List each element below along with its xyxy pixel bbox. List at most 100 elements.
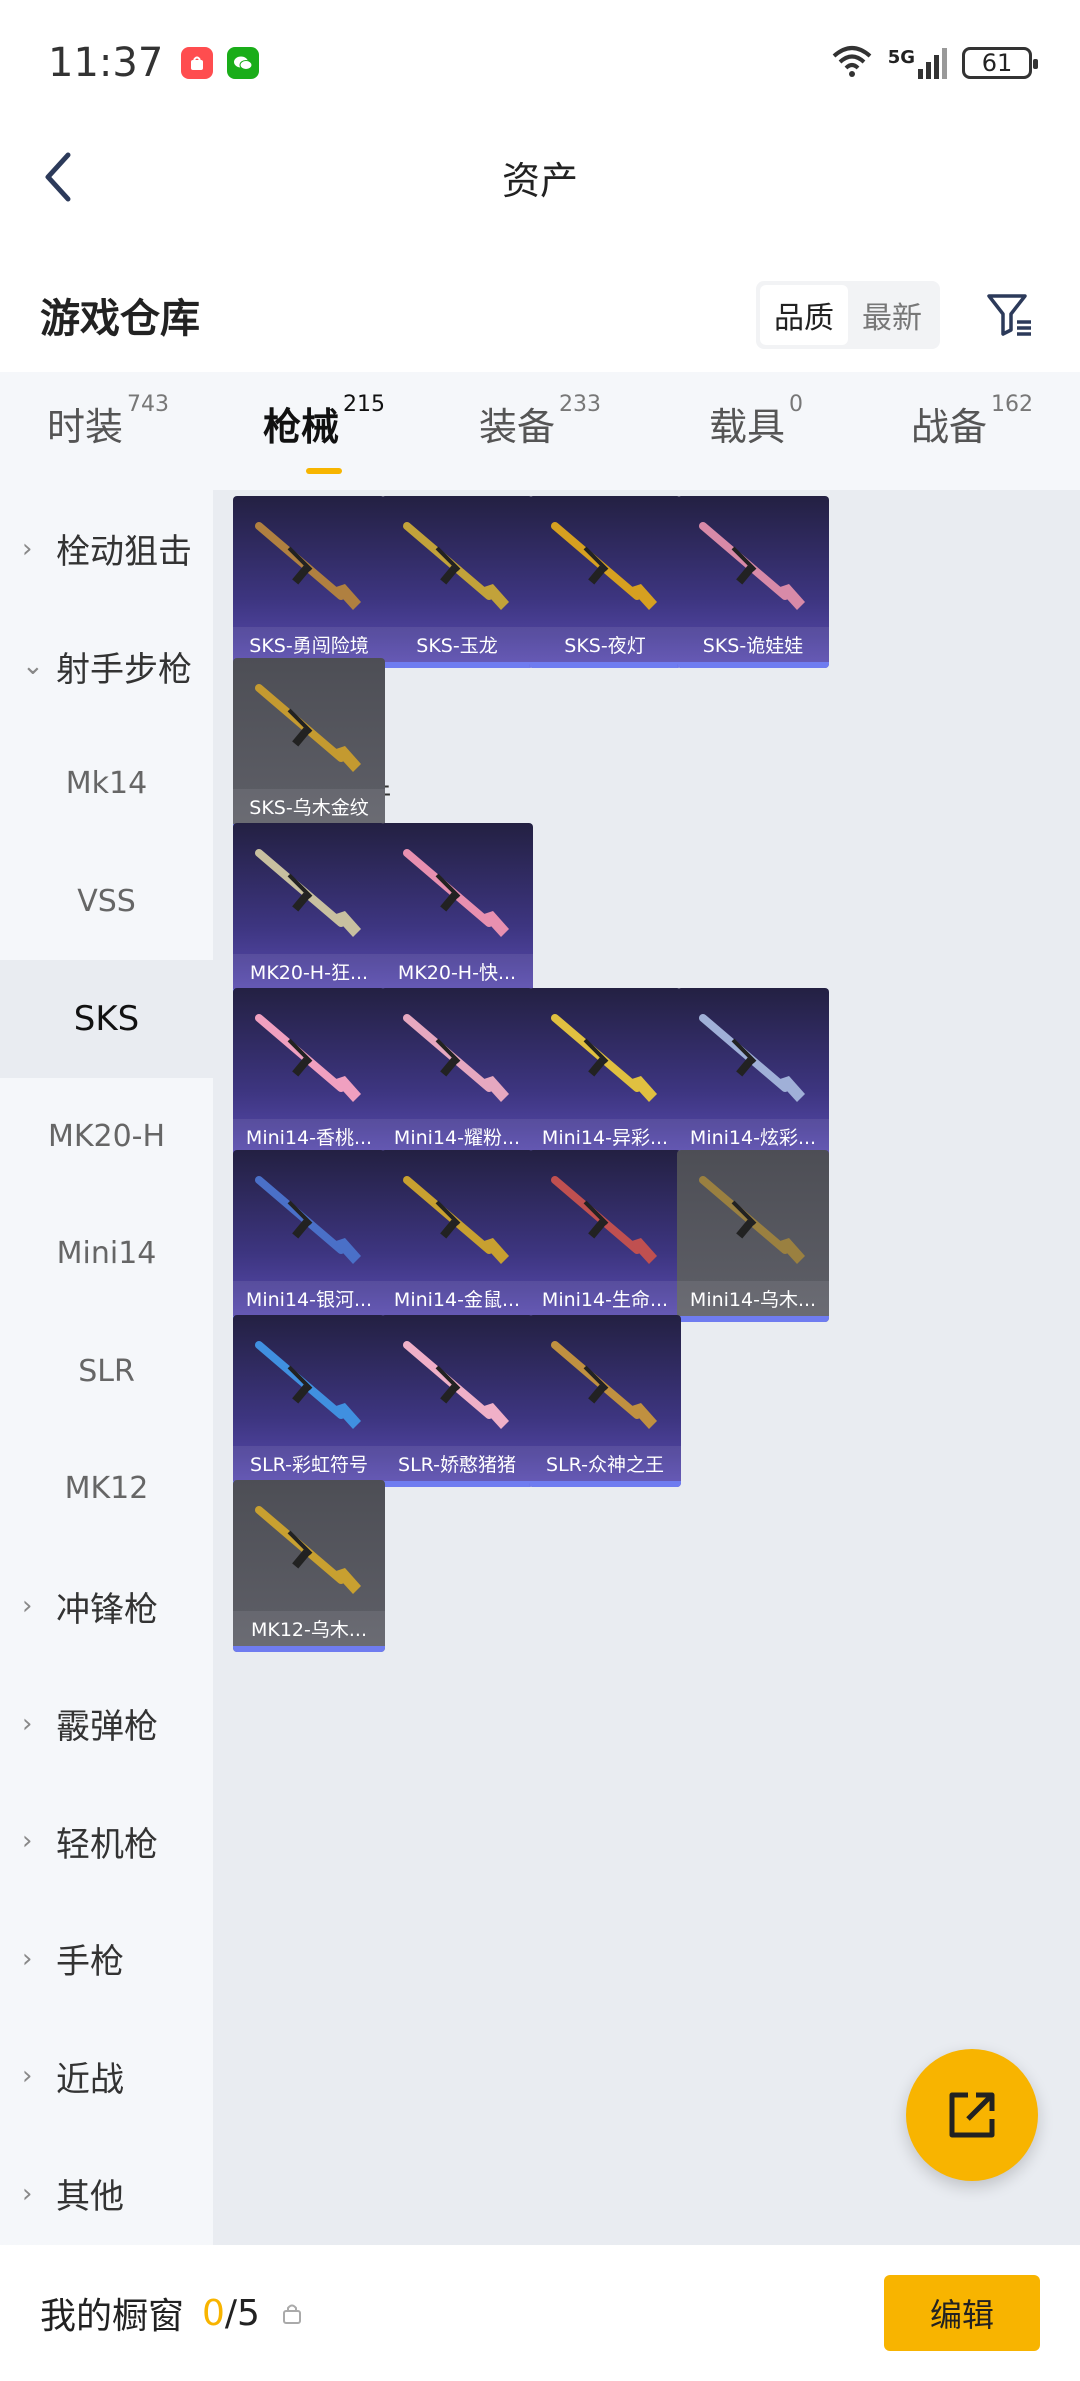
- showcase-label: 我的橱窗: [40, 2296, 185, 2337]
- rifle-icon: [255, 1014, 361, 1102]
- rifle-icon: [403, 849, 509, 937]
- tab-supplies[interactable]: 战备 162: [864, 392, 1080, 466]
- rifle-icon: [403, 522, 509, 610]
- status-time: 11:37: [48, 39, 164, 86]
- warehouse-title: 游戏仓库: [40, 296, 200, 342]
- weapon-skin-card[interactable]: Mini14-金鼠...: [381, 1150, 533, 1322]
- sidebar-item-label: MK12: [64, 1471, 149, 1507]
- tab-equipment[interactable]: 装备 233: [432, 392, 648, 466]
- rifle-icon: [255, 849, 361, 937]
- warehouse-header: 游戏仓库 品质 最新: [0, 260, 1080, 370]
- rarity-bar: [677, 1316, 829, 1322]
- sidebar-item[interactable]: Mini14: [0, 1195, 213, 1313]
- sidebar-item[interactable]: VSS: [0, 843, 213, 961]
- tab-vehicles[interactable]: 载具 0: [648, 392, 864, 466]
- weapon-skin-card[interactable]: Mini14-香桃...: [233, 988, 385, 1160]
- chevron-right-icon: ›: [22, 2061, 33, 2092]
- chevron-right-icon: ›: [22, 2178, 33, 2209]
- weapon-skin-card[interactable]: SKS-夜灯: [529, 496, 681, 668]
- signal-icon: 5G: [888, 47, 948, 79]
- rifle-icon: [403, 1341, 509, 1429]
- weapon-skin-card[interactable]: SLR-众神之王: [529, 1315, 681, 1487]
- weapon-skin-card[interactable]: Mini14-银河...: [233, 1150, 385, 1322]
- weapon-skin-card[interactable]: SLR-彩虹符号: [233, 1315, 385, 1487]
- weapon-skin-name: SLR-娇憨猪猪: [381, 1446, 533, 1481]
- share-button[interactable]: [906, 2049, 1038, 2181]
- weapon-skin-name: Mini14-乌木...: [677, 1281, 829, 1316]
- rarity-bar: [529, 662, 681, 668]
- tab-count: 0: [789, 392, 803, 417]
- sidebar-item[interactable]: › 手枪: [0, 1900, 213, 2018]
- weapon-skin-card[interactable]: SKS-乌木金纹: [233, 658, 385, 830]
- weapon-skin-name: MK20-H-快...: [381, 954, 533, 989]
- weapon-skin-card[interactable]: Mini14-异彩...: [529, 988, 681, 1160]
- weapon-skin-card[interactable]: Mini14-炫彩...: [677, 988, 829, 1160]
- sidebar-item[interactable]: › 霰弹枪: [0, 1665, 213, 1783]
- rifle-icon: [255, 684, 361, 772]
- weapon-skin-card[interactable]: SKS-勇闯险境: [233, 496, 385, 668]
- weapon-skin-card[interactable]: Mini14-生命...: [529, 1150, 681, 1322]
- back-button[interactable]: [28, 147, 88, 207]
- sidebar-item[interactable]: ⌄ 射手步枪: [0, 608, 213, 726]
- active-tab-indicator: [306, 468, 342, 474]
- rifle-icon: [699, 1014, 805, 1102]
- weapon-skin-card[interactable]: SKS-玉龙: [381, 496, 533, 668]
- sidebar-item[interactable]: MK12: [0, 1430, 213, 1548]
- sidebar-item-label: 其他: [56, 2177, 124, 2218]
- sidebar-item-label: Mk14: [65, 766, 148, 802]
- weapon-skin-card[interactable]: Mini14-耀粉...: [381, 988, 533, 1160]
- weapon-skin-card[interactable]: Mini14-乌木...: [677, 1150, 829, 1322]
- chevron-right-icon: ›: [22, 533, 33, 564]
- edit-button[interactable]: 编辑: [884, 2275, 1040, 2351]
- sidebar-item[interactable]: › 近战: [0, 2018, 213, 2136]
- tab-label: 战备: [910, 405, 987, 449]
- tab-fashion[interactable]: 时装 743: [0, 392, 216, 466]
- weapon-skin-name: Mini14-银河...: [233, 1281, 385, 1316]
- weapon-skin-card[interactable]: SLR-娇憨猪猪: [381, 1315, 533, 1487]
- weapon-skin-name: SLR-众神之王: [529, 1446, 681, 1481]
- weapon-skin-name: Mini14-生命...: [529, 1281, 681, 1316]
- rarity-bar: [677, 662, 829, 668]
- rifle-icon: [551, 1341, 657, 1429]
- weapon-skin-card[interactable]: SKS-诡娃娃: [677, 496, 829, 668]
- filter-button[interactable]: [980, 285, 1040, 345]
- rifle-icon: [551, 1014, 657, 1102]
- sidebar-item[interactable]: › 轻机枪: [0, 1783, 213, 1901]
- weapon-skin-name: Mini14-香桃...: [233, 1119, 385, 1154]
- weapon-skin-name: Mini14-炫彩...: [677, 1119, 829, 1154]
- sidebar-item[interactable]: MK20-H: [0, 1078, 213, 1196]
- sidebar-item-label: 手枪: [56, 1942, 124, 1983]
- sidebar-item-label: SLR: [78, 1353, 135, 1389]
- tab-label: 枪械: [262, 405, 339, 449]
- sidebar-item[interactable]: › 其他: [0, 2135, 213, 2253]
- rifle-icon: [255, 1341, 361, 1429]
- sidebar-item-label: 冲锋枪: [56, 1589, 158, 1630]
- tab-count: 233: [559, 392, 601, 417]
- sidebar-item[interactable]: SKS: [0, 960, 213, 1078]
- showcase-current: 0: [202, 2292, 225, 2334]
- rarity-bar: [529, 1481, 681, 1487]
- shopping-app-icon: [181, 46, 214, 79]
- showcase-bar: 我的橱窗 0/5 编辑: [0, 2245, 1080, 2381]
- weapon-skin-name: Mini14-金鼠...: [381, 1281, 533, 1316]
- tab-firearms[interactable]: 枪械 215: [216, 392, 432, 474]
- rifle-icon: [403, 1176, 509, 1264]
- weapon-type-sidebar: › 栓动狙击 ⌄ 射手步枪 Mk14 VSS SKS MK20-H Mini14 SLR MK12 ›…: [0, 490, 213, 2245]
- sidebar-item[interactable]: SLR: [0, 1313, 213, 1431]
- weapon-skin-card[interactable]: MK20-H-狂...: [233, 823, 385, 995]
- chevron-right-icon: ›: [22, 1943, 33, 1974]
- wechat-icon: [227, 46, 260, 79]
- weapon-skin-name: MK20-H-狂...: [233, 954, 385, 989]
- chevron-left-icon: [45, 152, 71, 202]
- sort-by-quality-button[interactable]: 品质: [760, 285, 848, 345]
- sort-by-newest-button[interactable]: 最新: [848, 285, 936, 345]
- sidebar-item[interactable]: › 栓动狙击: [0, 490, 213, 608]
- sidebar-item[interactable]: › 冲锋枪: [0, 1548, 213, 1666]
- rifle-icon: [551, 522, 657, 610]
- weapon-skin-card[interactable]: MK12-乌木...: [233, 1480, 385, 1652]
- sidebar-item[interactable]: Mk14: [0, 725, 213, 843]
- tab-count: 215: [343, 392, 385, 417]
- rifle-icon: [255, 1176, 361, 1264]
- tab-label: 装备: [478, 405, 555, 449]
- weapon-skin-card[interactable]: MK20-H-快...: [381, 823, 533, 995]
